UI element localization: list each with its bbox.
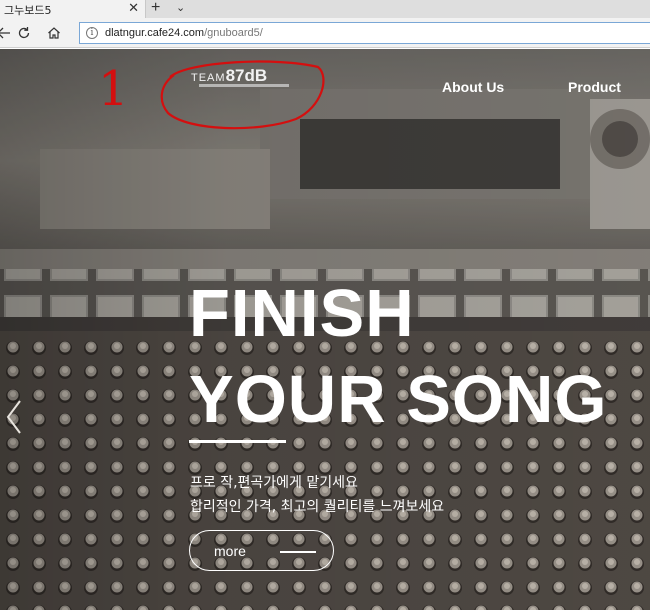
new-tab-button[interactable]: + <box>151 0 160 17</box>
browser-toolbar: i dlatngur.cafe24.com/gnuboard5/ <box>0 18 650 48</box>
close-icon[interactable]: ✕ <box>128 0 139 16</box>
chevron-left-icon[interactable] <box>2 397 26 437</box>
logo-tagline <box>199 84 289 87</box>
address-url: dlatngur.cafe24.com/gnuboard5/ <box>105 27 263 39</box>
address-bar[interactable]: i dlatngur.cafe24.com/gnuboard5/ <box>79 22 650 44</box>
annotation-marker: 1 <box>98 61 129 117</box>
url-path: /gnuboard5/ <box>204 27 263 39</box>
back-arrow-icon[interactable] <box>0 23 14 43</box>
url-domain: dlatngur.cafe24.com <box>105 27 205 39</box>
logo-brand-prefix: TEAM <box>191 72 226 84</box>
nav-about-us[interactable]: About Us <box>442 79 504 95</box>
more-button-line <box>280 551 316 553</box>
nav-product[interactable]: Product <box>568 79 621 95</box>
more-button-label: more <box>214 543 246 559</box>
tab-list-chevron-icon[interactable]: ⌄ <box>176 0 185 16</box>
site-logo[interactable]: TEAM87dB <box>191 66 295 96</box>
browser-tab[interactable]: 그누보드5 ✕ <box>0 0 146 18</box>
hero-subtext-line2: 합리적인 가격, 최고의 퀄리티를 느껴보세요 <box>190 499 445 515</box>
home-icon[interactable] <box>44 23 64 43</box>
headline-underline <box>189 440 286 443</box>
refresh-icon[interactable] <box>14 23 34 43</box>
hero-section: 1 TEAM87dB About Us Product FINISH YOUR … <box>0 49 650 610</box>
browser-tab-bar: 그누보드5 ✕ + ⌄ <box>0 0 650 18</box>
info-icon[interactable]: i <box>86 27 98 39</box>
tab-title: 그누보드5 <box>4 4 52 17</box>
logo-brand-main: 87dB <box>225 66 268 85</box>
hero-headline-line2: YOUR SONG <box>189 362 608 437</box>
more-button[interactable]: more <box>189 530 334 571</box>
hero-subtext-line1: 프로 작,편곡가에게 맡기세요 <box>190 475 358 491</box>
hero-headline-line1: FINISH <box>189 276 415 351</box>
